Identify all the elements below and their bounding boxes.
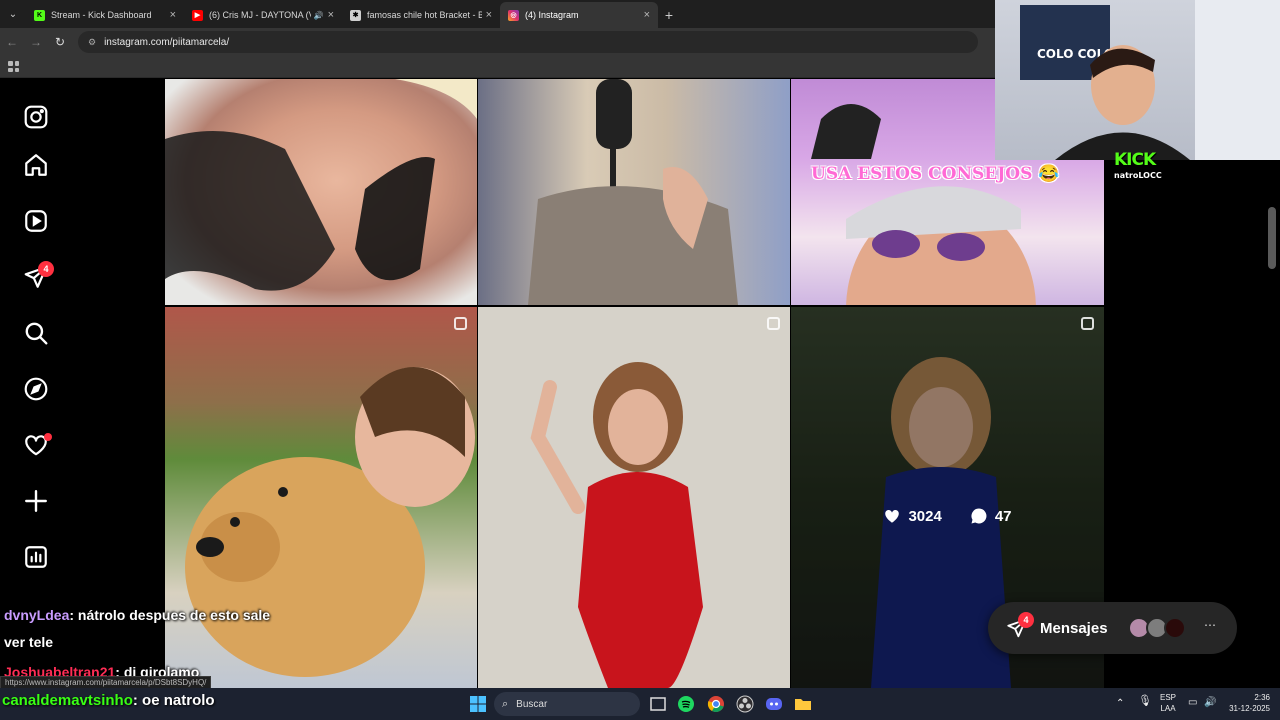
chat-message: canaldemavtsinho: oe natrolo [2,692,215,709]
messages-badge: 4 [1018,612,1034,628]
back-arrow-icon[interactable]: ← [0,30,24,54]
close-icon[interactable]: × [644,9,650,21]
tab-youtube[interactable]: ▶ (6) Cris MJ - DAYTONA (Vid 🔊 × [184,2,342,28]
lang-bottom: LAA [1160,704,1176,713]
new-activity-dot [44,433,52,441]
instagram-page: 4 USA ESTOS CONSEJOS 😂 3024 47 4 Mensaje… [0,79,1280,688]
chat-text: : nátrolo despues de esto sale [69,607,271,623]
search-placeholder: Buscar [516,698,548,710]
profile-post-grid: USA ESTOS CONSEJOS 😂 3024 47 [165,79,1105,688]
clock[interactable]: 2:36 31-12-2025 [1226,692,1270,714]
multi-photo-icon [767,317,780,330]
kick-favicon-icon: K [34,9,45,21]
avatar [1164,617,1186,639]
volume-icon[interactable]: 🔊 [1204,697,1216,708]
task-view-icon[interactable] [648,694,668,714]
comments-count: 47 [994,507,1012,525]
multi-photo-icon [1081,317,1094,330]
webcam-overlay: COLO COLO [995,0,1280,160]
multi-photo-icon [454,317,467,330]
instagram-favicon-icon: ◎ [508,9,519,21]
webcam-feed: COLO COLO [1020,0,1280,160]
chat-username: dvnyLdea [4,607,70,623]
clock-time: 2:36 [1254,693,1270,702]
tab-search-button[interactable]: ⌄ [0,0,26,28]
notification-badge: 4 [38,261,54,277]
youtube-favicon-icon: ▶ [192,9,203,21]
new-tab-button[interactable]: + [658,2,680,28]
search-icon: ⌕ [502,697,509,710]
language-indicator[interactable]: ESP LAA [1160,692,1176,714]
instagram-logo-icon[interactable] [22,103,50,131]
clock-date: 31-12-2025 [1229,704,1270,713]
post-tile[interactable] [478,307,790,688]
create-plus-icon[interactable] [22,487,50,515]
instagram-sidebar: 4 [0,79,72,688]
comments-stat: 47 [970,507,1012,525]
chat-message: ver tele [4,634,53,650]
recent-chat-avatars [1128,617,1186,639]
address-bar[interactable]: ⚙ instagram.com/piitamarcela/ [78,31,978,53]
post-tile[interactable] [165,79,477,305]
site-settings-icon[interactable]: ⚙ [88,37,96,48]
chat-message: dvnyLdea: nátrolo despues de esto sale [4,607,270,623]
tab-instagram[interactable]: ◎ (4) Instagram × [500,2,658,28]
taskbar-search[interactable]: ⌕ Buscar [494,692,640,716]
chrome-icon[interactable] [706,694,726,714]
lang-top: ESP [1160,693,1177,702]
close-icon[interactable]: × [170,9,176,21]
tab-kick-dashboard[interactable]: K Stream - Kick Dashboard × [26,2,184,28]
home-icon[interactable] [22,151,50,179]
messages-label: Mensajes [1040,619,1108,637]
obs-icon[interactable] [735,694,755,714]
chat-text: : oe natrolo [132,692,215,709]
likes-count: 3024 [908,507,942,525]
post-caption-overlay: USA ESTOS CONSEJOS 😂 [811,164,1060,184]
explore-compass-icon[interactable] [22,375,50,403]
heart-icon [885,509,900,523]
chat-text: ver tele [4,634,54,650]
url-text: instagram.com/piitamarcela/ [104,36,230,48]
bracket-favicon-icon: ✱ [350,9,361,21]
tab-title: (6) Cris MJ - DAYTONA (Vid [209,10,311,20]
tab-title: (4) Instagram [525,10,579,20]
chat-username: canaldemavtsinho [2,692,133,709]
close-icon[interactable]: × [328,9,334,21]
tab-title: famosas chile hot Bracket - Bra [367,10,482,20]
microphone-icon[interactable]: 🎙 [1138,696,1152,707]
post-tile[interactable] [165,307,477,688]
tab-title: Stream - Kick Dashboard [51,10,152,20]
file-explorer-icon[interactable] [793,694,813,714]
messages-floating-button[interactable]: 4 Mensajes ⋯ [988,602,1237,654]
discord-icon[interactable] [764,694,784,714]
network-icon[interactable]: ▭ [1188,697,1197,708]
search-icon[interactable] [22,319,50,347]
post-image [185,367,475,677]
page-scrollbar-thumb[interactable] [1268,207,1276,269]
tray-chevron-icon[interactable]: ⌃ [1116,698,1124,709]
post-stats: 3024 47 [791,507,1104,525]
close-icon[interactable]: × [486,9,492,21]
tab-bracket[interactable]: ✱ famosas chile hot Bracket - Bra × [342,2,500,28]
post-image [528,79,738,305]
more-dots-icon[interactable]: ⋯ [1204,618,1216,632]
comment-bubble-icon [971,508,987,524]
apps-grid-icon[interactable] [8,61,19,72]
post-tile[interactable] [478,79,790,305]
likes-stat: 3024 [883,507,942,525]
post-image [165,79,477,291]
spotify-icon[interactable] [676,694,696,714]
speaker-icon[interactable]: 🔊 [314,11,324,20]
kick-logo: KICK natroLOCC [1114,152,1162,184]
kick-handle: natroLOCC [1114,171,1162,180]
post-image [530,362,703,688]
reels-icon[interactable] [22,207,50,235]
reload-icon[interactable]: ↻ [48,30,72,54]
forward-arrow-icon[interactable]: → [24,30,48,54]
windows-start-icon[interactable] [468,694,488,714]
kick-logo-text: KICK [1114,150,1156,170]
dashboard-chart-icon[interactable] [22,543,50,571]
